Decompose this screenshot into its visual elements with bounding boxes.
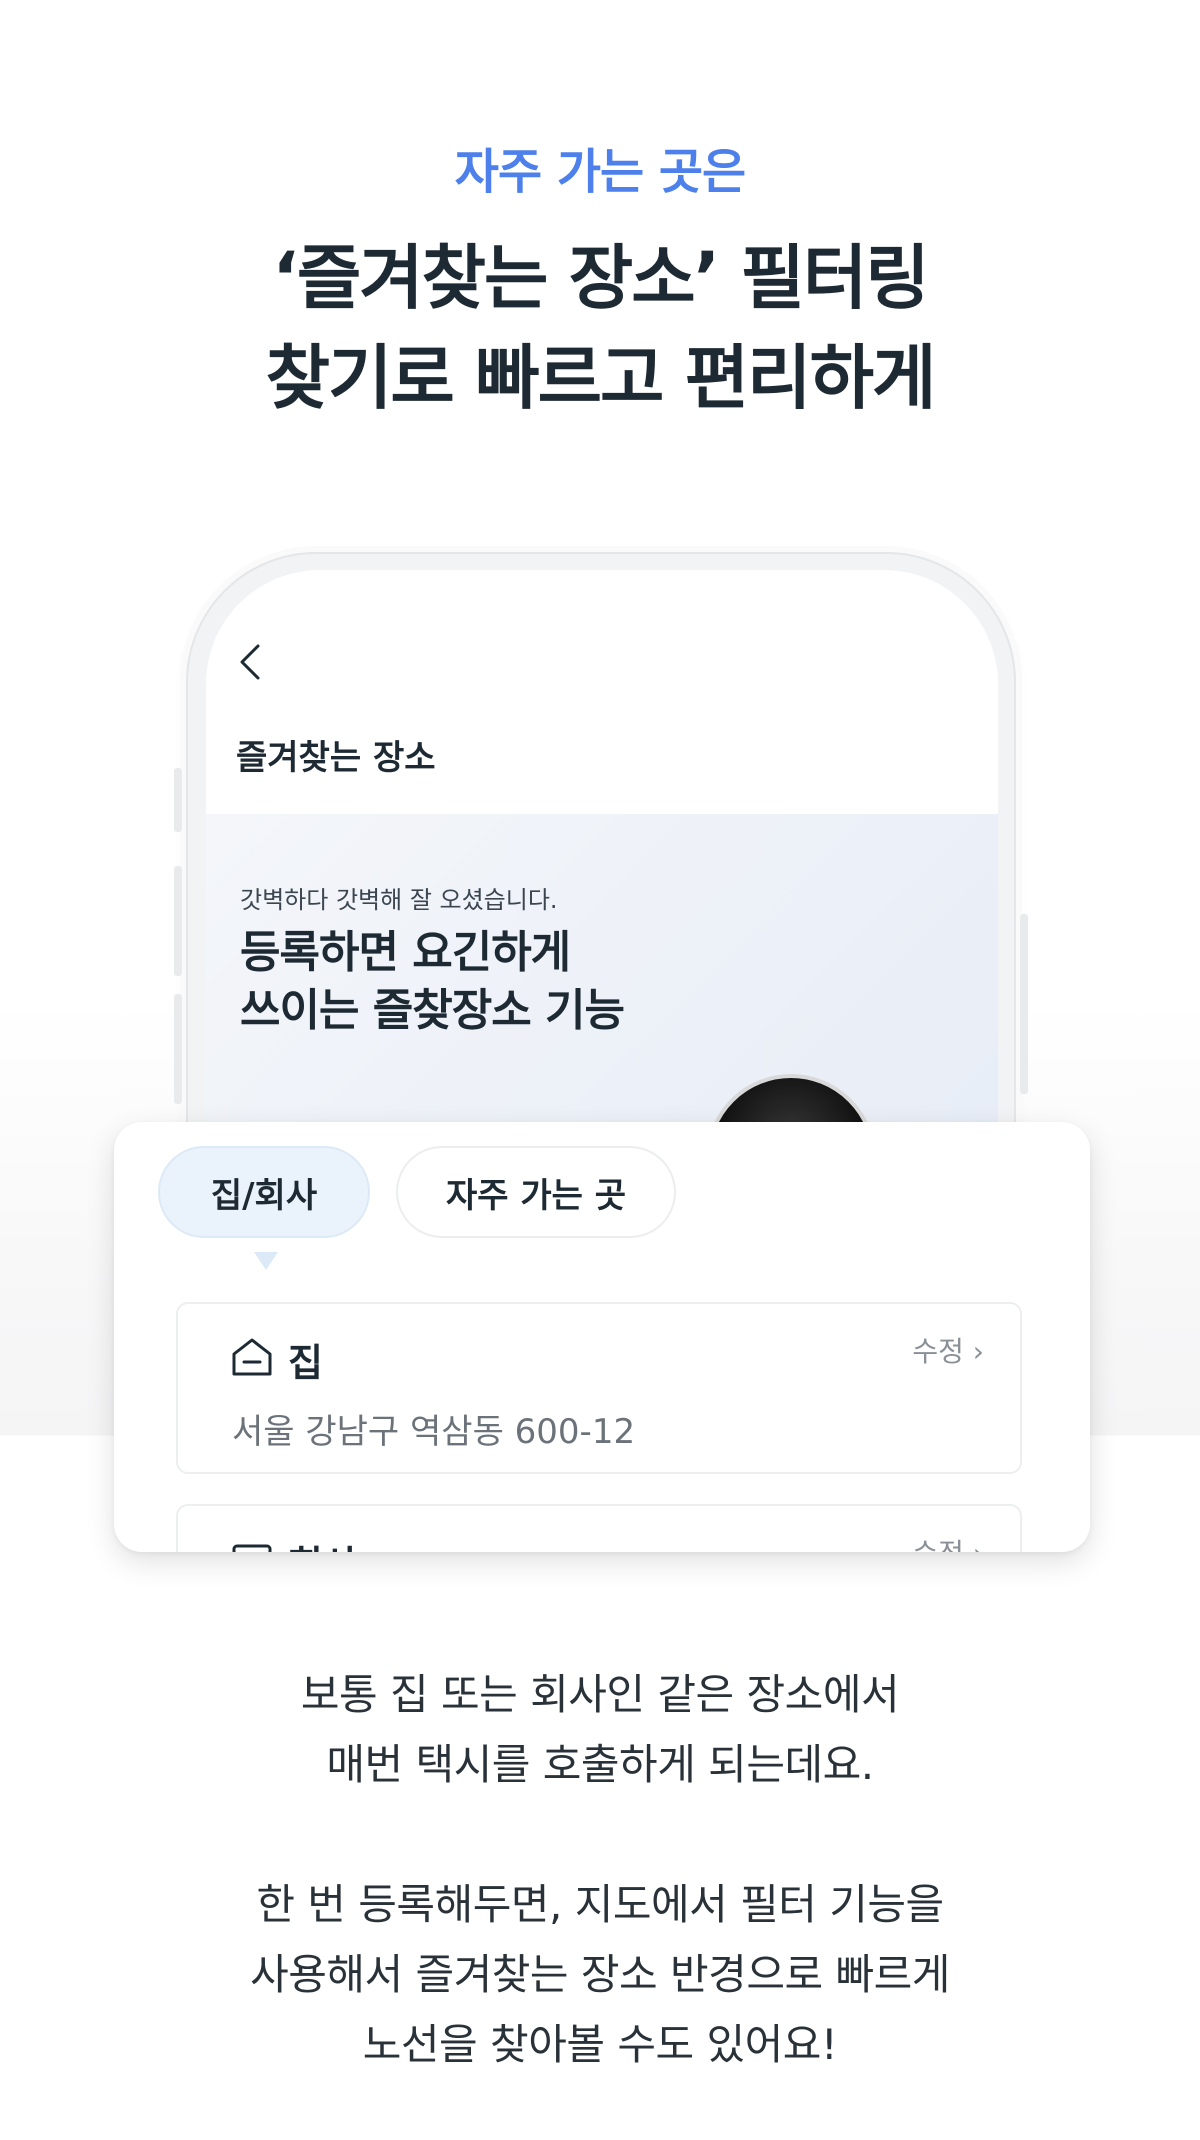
phone-side-button <box>174 866 182 976</box>
place-address: 서울 강남구 역삼동 600-12 <box>232 1412 636 1452</box>
favorite-places-card: 집/회사 자주 가는 곳 집 수정 › 서울 강남구 역삼동 600-12 회사… <box>114 1122 1090 1552</box>
phone-power-button <box>1020 914 1028 1094</box>
office-icon <box>232 1544 272 1552</box>
edit-place-button[interactable]: 수정 › <box>912 1532 984 1552</box>
description-line: 사용해서 즐겨찾는 장소 반경으로 빠르게 <box>250 1950 950 1999</box>
section-headline: ‘즐겨찾는 장소’ 필터링 찾기로 빠르고 편리하게 <box>0 228 1200 428</box>
phone-side-button <box>174 768 182 832</box>
place-name: 회사 <box>288 1534 358 1552</box>
description-line: 한 번 등록해두면, 지도에서 필터 기능을 <box>256 1880 944 1929</box>
description-paragraph-2: 한 번 등록해두면, 지도에서 필터 기능을 사용해서 즐겨찾는 장소 반경으로… <box>0 1870 1200 2080</box>
screen-title: 즐겨찾는 장소 <box>236 738 436 778</box>
description-paragraph-1: 보통 집 또는 회사인 같은 장소에서 매번 택시를 호출하게 되는데요. <box>0 1660 1200 1800</box>
place-item-office[interactable]: 회사 수정 › <box>176 1504 1022 1552</box>
headline-line-1: ‘즐겨찾는 장소’ 필터링 <box>272 237 930 319</box>
edit-place-button[interactable]: 수정 › <box>912 1330 984 1370</box>
banner-title: 등록하면 요긴하게 쓰이는 즐찾장소 기능 <box>240 924 625 1040</box>
tab-frequent-places[interactable]: 자주 가는 곳 <box>396 1146 676 1238</box>
phone-side-button <box>174 994 182 1104</box>
headline-line-2: 찾기로 빠르고 편리하게 <box>265 337 937 419</box>
back-arrow-icon[interactable] <box>236 640 266 684</box>
banner-caption: 갓벽하다 갓벽해 잘 오셨습니다. <box>240 886 558 914</box>
description-line: 노선을 찾아볼 수도 있어요! <box>362 2020 838 2069</box>
place-name: 집 <box>288 1341 323 1385</box>
place-item-home[interactable]: 집 수정 › 서울 강남구 역삼동 600-12 <box>176 1302 1022 1474</box>
section-subtitle: 자주 가는 곳은 <box>454 144 746 200</box>
banner-title-line-1: 등록하면 요긴하게 <box>240 927 571 978</box>
tab-selected-indicator <box>254 1252 278 1270</box>
home-icon <box>232 1338 272 1376</box>
banner-title-line-2: 쓰이는 즐찾장소 기능 <box>240 985 625 1036</box>
description-line: 매번 택시를 호출하게 되는데요. <box>326 1740 874 1789</box>
tab-home-office[interactable]: 집/회사 <box>158 1146 370 1238</box>
description-line: 보통 집 또는 회사인 같은 장소에서 <box>300 1670 900 1719</box>
